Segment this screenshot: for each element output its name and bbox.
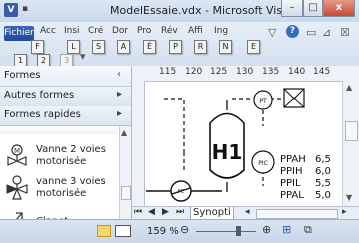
tab-revision[interactable]: Rév — [161, 26, 178, 36]
diagram: H1 PT PIC FC PPAH 6,5 PPIH 6,0 PPIL 5,5 — [146, 88, 331, 202]
minimize-ribbon-icon[interactable]: ▽ — [268, 26, 276, 39]
scroll-right-icon[interactable]: ▸ — [342, 207, 347, 217]
collapse-pane-icon[interactable]: ‹ — [117, 69, 121, 80]
restore-doc-icon[interactable]: ▭ — [306, 26, 316, 39]
zoom-out-icon[interactable]: ⊖ — [180, 223, 189, 236]
close-doc-icon[interactable]: ☒ — [340, 26, 350, 39]
pump-label: FC — [178, 189, 185, 195]
pin-icon[interactable]: ⊿ — [322, 26, 331, 39]
keytip: R — [194, 40, 207, 54]
alarm-name: PPIL — [280, 178, 301, 189]
drawing-canvas[interactable]: 115 120 125 130 135 140 145 H1 PT PIC FC… — [132, 66, 359, 219]
scroll-thumb[interactable] — [345, 121, 358, 141]
alarm-name: PPAH — [280, 154, 306, 165]
zoom-level[interactable]: 159 % — [147, 226, 179, 237]
keytip: F — [31, 40, 44, 54]
stencil-label: Autres formes — [4, 90, 75, 101]
shape-label: Vanne 2 voies motorisée — [36, 144, 106, 168]
shapes-pane-title: Formes — [4, 70, 41, 81]
signal-line — [164, 98, 185, 152]
svg-text:M: M — [14, 147, 20, 155]
visio-window: V ▪ ModelEssaie.vdx - Microsoft Visio – … — [0, 0, 359, 243]
horizontal-scrollbar[interactable] — [256, 209, 338, 219]
stencil-more-shapes[interactable]: Autres formes ▸ — [0, 87, 131, 107]
shape-label-line: Vanne 2 voies — [36, 144, 106, 155]
alarm-value: 5,5 — [315, 178, 331, 189]
scroll-up-icon[interactable]: ▲ — [346, 83, 352, 92]
tab-affichage[interactable]: Affi — [188, 26, 203, 36]
tab-insertion[interactable]: Insi — [64, 26, 80, 36]
keytip: E — [247, 40, 260, 54]
file-tab[interactable]: Fichier — [4, 26, 34, 41]
keytip: É — [143, 40, 156, 54]
shapes-pane-header: Formes ‹ — [0, 66, 131, 87]
keytip: S — [92, 40, 105, 54]
scroll-thumb[interactable] — [121, 186, 131, 200]
fit-page-icon[interactable]: ⊞ — [282, 223, 291, 236]
insert-page-icon[interactable]: ◂ — [245, 207, 250, 217]
pic-label: PIC — [258, 160, 268, 167]
keytip: P — [169, 40, 182, 54]
alarm-value: 6,5 — [315, 154, 331, 165]
shape-vanne-3-voies[interactable]: vanne 3 voies motorisée — [0, 172, 118, 200]
zoom-slider-thumb[interactable] — [236, 226, 241, 236]
full-screen-icon[interactable] — [115, 225, 131, 237]
close-button[interactable]: x — [323, 0, 355, 17]
alarm-name: PPAL — [280, 190, 304, 201]
tab-accueil[interactable]: Acc — [40, 26, 56, 36]
keytip: A — [117, 40, 130, 54]
chevron-right-icon: ▸ — [117, 89, 123, 100]
valve-3way-motor-icon — [6, 175, 28, 200]
valve-2way-motor-icon: M — [7, 144, 27, 166]
pan-zoom-icon[interactable]: ⧉ — [304, 223, 312, 237]
shape-label-line: motorisée — [36, 156, 87, 167]
stencil-quick-shapes[interactable]: Formes rapides ▸ — [0, 106, 131, 126]
help-button[interactable]: ? — [286, 25, 299, 38]
zoom-in-icon[interactable]: ⊕ — [262, 223, 271, 236]
shape-label: vanne 3 voies motorisée — [36, 176, 106, 200]
list-item — [0, 126, 118, 134]
keytip: N — [219, 40, 232, 54]
pt-label: PT — [259, 98, 267, 105]
keytip: L — [67, 40, 80, 54]
stencil-label: Formes rapides — [4, 109, 81, 120]
tab-creation[interactable]: Cré — [88, 26, 103, 36]
zoom-slider[interactable] — [196, 231, 256, 232]
scroll-down-icon[interactable]: ▼ — [346, 193, 352, 202]
prev-page-icon[interactable]: ◀ — [148, 207, 155, 217]
minimize-button[interactable]: – — [281, 0, 303, 17]
last-page-icon[interactable]: ⏭ — [176, 207, 184, 217]
next-page-icon[interactable]: ▶ — [162, 207, 169, 217]
save-icon[interactable]: ▪ — [22, 4, 34, 16]
normal-view-icon[interactable] — [97, 225, 111, 237]
alarm-value: 6,0 — [315, 166, 331, 177]
maximize-button[interactable]: □ — [303, 0, 323, 17]
page-tabs-bar: ⏮ ◀ ▶ ⏭ Synopti ◂ ▸ — [132, 206, 359, 221]
scroll-up-icon[interactable]: ▲ — [121, 128, 127, 137]
tab-donnees[interactable]: Dor — [112, 26, 128, 36]
shape-label-line: vanne 3 voies — [36, 176, 106, 187]
shape-vanne-2-voies[interactable]: M Vanne 2 voies motorisée — [0, 140, 118, 168]
chevron-right-icon: ▸ — [117, 108, 123, 119]
shape-label-line: motorisée — [36, 188, 87, 199]
tab-processus[interactable]: Pro — [137, 26, 151, 36]
first-page-icon[interactable]: ⏮ — [134, 207, 142, 217]
tab-ingenierie[interactable]: Ing — [214, 26, 228, 36]
title-bar: V ▪ ModelEssaie.vdx - Microsoft Visio – … — [0, 0, 359, 22]
customize-qat-icon[interactable]: ▾ — [80, 50, 86, 63]
shapes-pane: Formes ‹ Autres formes ▸ Formes rapides … — [0, 66, 132, 243]
alarm-name: PPIH — [280, 166, 303, 177]
status-bar: 159 % ⊖ ⊕ ⊞ ⧉ — [0, 219, 359, 243]
alarm-value: 5,0 — [315, 190, 331, 201]
window-title: ModelEssaie.vdx - Microsoft Visio — [110, 4, 292, 17]
tank-label: H1 — [212, 140, 243, 164]
visio-app-icon[interactable]: V — [4, 3, 18, 17]
canvas-vertical-scrollbar[interactable]: ▲ ▼ — [342, 81, 359, 219]
